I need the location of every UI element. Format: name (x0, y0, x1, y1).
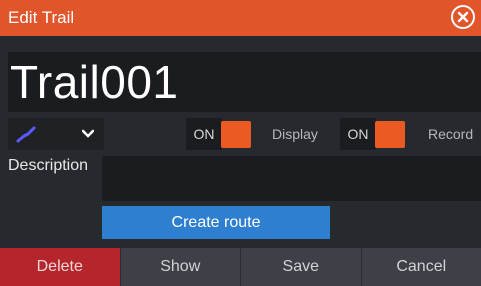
close-button[interactable] (451, 5, 475, 29)
show-button[interactable]: Show (119, 248, 240, 286)
footer-buttons: Delete Show Save Cancel (0, 248, 481, 286)
create-route-button[interactable]: Create route (102, 206, 330, 239)
description-input[interactable] (102, 156, 481, 201)
description-label: Description (8, 157, 89, 174)
edit-trail-dialog: Edit Trail Trail001 ON Display ON Record… (0, 0, 481, 286)
trail-color-icon (16, 126, 36, 143)
display-toggle[interactable] (221, 121, 251, 148)
chevron-down-icon (82, 129, 94, 138)
record-toggle-state: ON (340, 118, 376, 150)
trail-name-value: Trail001 (10, 56, 179, 108)
record-toggle-label: Record (428, 126, 474, 142)
save-button[interactable]: Save (240, 248, 361, 286)
record-toggle[interactable] (375, 121, 405, 148)
display-toggle-state: ON (186, 118, 222, 150)
delete-button[interactable]: Delete (0, 248, 120, 286)
cancel-button[interactable]: Cancel (360, 248, 481, 286)
trail-color-dropdown[interactable] (8, 118, 104, 150)
display-toggle-label: Display (272, 126, 318, 142)
trail-name-input[interactable]: Trail001 (8, 52, 481, 112)
dialog-title: Edit Trail (8, 8, 75, 27)
title-bar: Edit Trail (0, 0, 481, 36)
close-icon (457, 11, 469, 23)
